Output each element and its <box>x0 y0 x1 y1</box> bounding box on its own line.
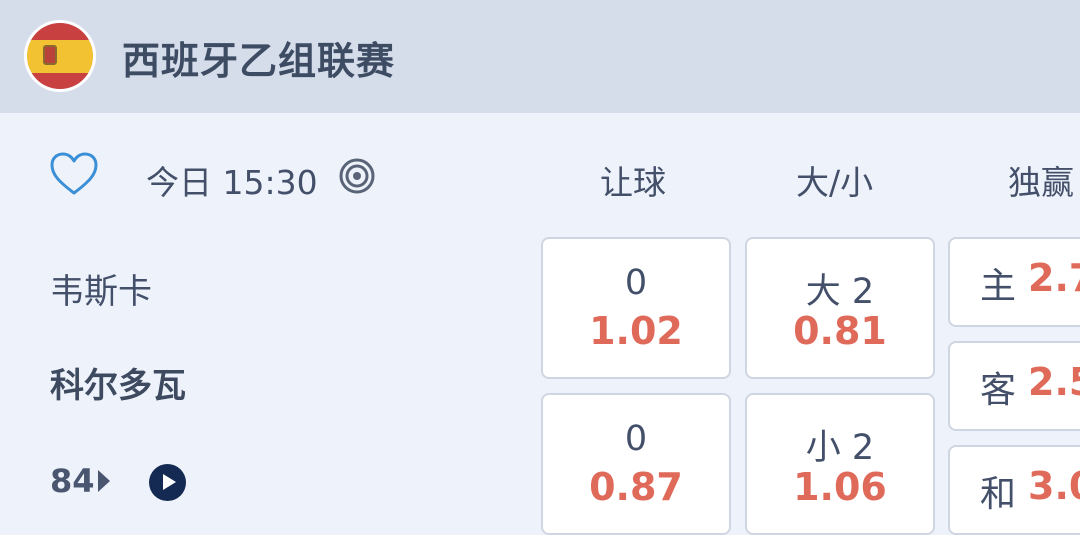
more-markets-count[interactable]: 84 <box>50 462 95 500</box>
moneyline-away-price: 2.5 <box>1028 360 1080 404</box>
play-icon[interactable] <box>149 464 186 501</box>
handicap-home-line: 0 <box>624 263 648 303</box>
league-header[interactable]: 西班牙乙组联赛 <box>0 0 1080 113</box>
moneyline-draw-label: 和 <box>980 474 1017 515</box>
over-odds-button[interactable]: 大 2 0.81 <box>745 237 935 379</box>
under-line: 小 2 <box>805 428 875 468</box>
caret-right-icon[interactable] <box>98 470 110 492</box>
handicap-away-price: 0.87 <box>589 465 683 509</box>
over-line: 大 2 <box>805 272 875 312</box>
under-odds-button[interactable]: 小 2 1.06 <box>745 393 935 535</box>
away-team-name: 科尔多瓦 <box>50 366 186 406</box>
handicap-home-odds-button[interactable]: 0 1.02 <box>541 237 731 379</box>
column-header-over-under: 大/小 <box>796 163 874 202</box>
handicap-away-line: 0 <box>624 419 648 459</box>
moneyline-away-label: 客 <box>980 370 1017 411</box>
heart-icon[interactable] <box>50 152 98 196</box>
home-team-name: 韦斯卡 <box>50 272 152 312</box>
column-header-moneyline: 独赢 <box>1008 163 1074 202</box>
league-title: 西班牙乙组联赛 <box>122 39 396 83</box>
moneyline-home-label: 主 <box>980 266 1017 307</box>
handicap-home-price: 1.02 <box>589 309 683 353</box>
over-price: 0.81 <box>793 309 887 353</box>
live-stream-icon[interactable] <box>338 157 376 195</box>
moneyline-draw-odds-button[interactable]: 和 3.0 <box>948 445 1080 535</box>
moneyline-home-price: 2.7 <box>1028 256 1080 300</box>
column-header-handicap: 让球 <box>600 163 666 202</box>
spain-flag-icon <box>24 20 96 92</box>
match-time: 今日 15:30 <box>146 163 318 202</box>
under-price: 1.06 <box>793 465 887 509</box>
moneyline-away-odds-button[interactable]: 客 2.5 <box>948 341 1080 431</box>
handicap-away-odds-button[interactable]: 0 0.87 <box>541 393 731 535</box>
moneyline-draw-price: 3.0 <box>1028 464 1080 508</box>
moneyline-home-odds-button[interactable]: 主 2.7 <box>948 237 1080 327</box>
